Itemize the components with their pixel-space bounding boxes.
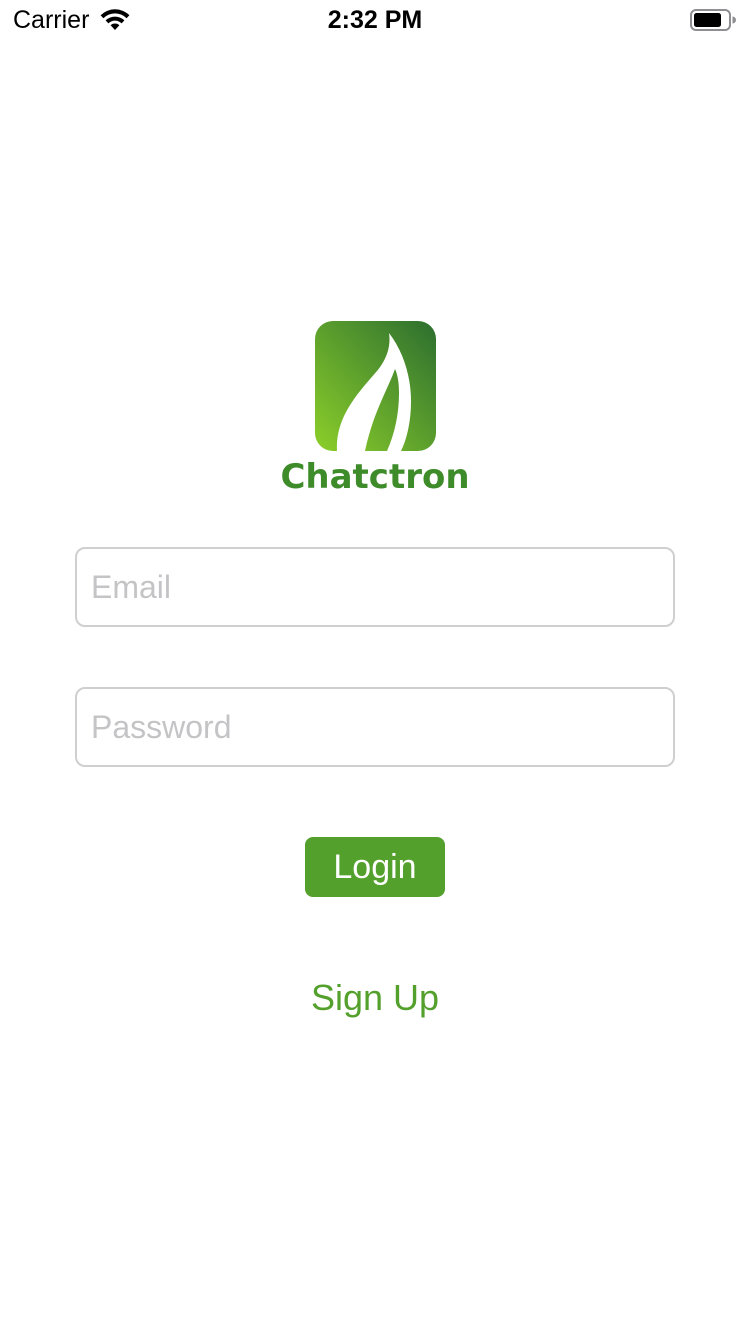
battery-icon xyxy=(690,9,736,31)
password-field[interactable] xyxy=(75,687,675,767)
login-button[interactable]: Login xyxy=(305,837,445,897)
signup-button[interactable]: Sign Up xyxy=(275,972,475,1024)
status-time: 2:32 PM xyxy=(327,6,423,34)
email-field[interactable] xyxy=(75,547,675,627)
app-name-logo: Chatctron xyxy=(280,457,470,497)
leaf-logo-icon xyxy=(315,321,436,451)
status-bar: Carrier 2:32 PM xyxy=(0,0,750,40)
